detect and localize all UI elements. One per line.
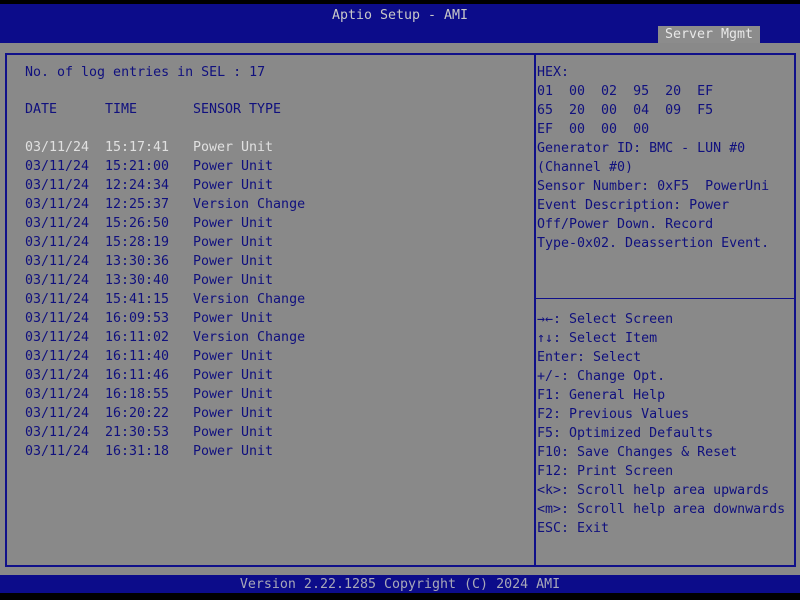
log-entry-sensor: Power Unit — [193, 444, 274, 459]
log-entry-time: 13:30:36 — [105, 254, 170, 269]
log-entry-time: 16:09:53 — [105, 311, 170, 326]
log-entry-date: 03/11/24 — [25, 216, 90, 231]
log-entry-sensor: Power Unit — [193, 349, 274, 364]
log-entry-time: 16:11:46 — [105, 368, 170, 383]
log-entry-time: 12:25:37 — [105, 197, 170, 212]
app-title: Aptio Setup - AMI — [331, 8, 469, 23]
main-area: No. of log entries in SEL : 17 DATE TIME… — [0, 43, 800, 575]
log-entry-time: 16:18:55 — [105, 387, 170, 402]
event-detail-line: Event Description: Power — [537, 198, 730, 213]
log-entry-sensor: Power Unit — [193, 178, 274, 193]
log-entry-time: 15:28:19 — [105, 235, 170, 250]
log-entry-sensor: Version Change — [193, 292, 306, 307]
log-entry-time: 15:41:15 — [105, 292, 170, 307]
log-entry-date: 03/11/24 — [25, 406, 90, 421]
help-line: <m>: Scroll help area downwards — [537, 502, 786, 517]
log-entry-time: 13:30:40 — [105, 273, 170, 288]
event-detail-line: (Channel #0) — [537, 160, 634, 175]
log-entry-date: 03/11/24 — [25, 425, 90, 440]
log-entry-date: 03/11/24 — [25, 178, 90, 193]
help-line: F5: Optimized Defaults — [537, 426, 714, 441]
help-line: ESC: Exit — [537, 521, 610, 536]
help-line: +/-: Change Opt. — [537, 369, 666, 384]
event-detail-line: EF 00 00 00 — [537, 122, 650, 137]
log-entry-sensor: Power Unit — [193, 387, 274, 402]
log-entry-sensor: Power Unit — [193, 273, 274, 288]
log-entry-date: 03/11/24 — [25, 197, 90, 212]
log-entry-date: 03/11/24 — [25, 349, 90, 364]
log-entry-date: 03/11/24 — [25, 140, 90, 155]
event-detail-line: Off/Power Down. Record — [537, 217, 714, 232]
log-entry-sensor: Version Change — [193, 197, 306, 212]
log-entry-date: 03/11/24 — [25, 235, 90, 250]
help-line: ↑↓: Select Item — [537, 331, 658, 346]
log-entry-sensor: Power Unit — [193, 140, 274, 155]
log-entry-date: 03/11/24 — [25, 159, 90, 174]
log-entry-date: 03/11/24 — [25, 444, 90, 459]
column-sensor-type: SENSOR TYPE — [193, 102, 282, 117]
log-entry-sensor: Version Change — [193, 330, 306, 345]
log-entry-date: 03/11/24 — [25, 292, 90, 307]
log-entry-time: 21:30:53 — [105, 425, 170, 440]
log-entry-time: 16:31:18 — [105, 444, 170, 459]
log-entry-date: 03/11/24 — [25, 254, 90, 269]
log-entry-date: 03/11/24 — [25, 330, 90, 345]
log-entry-date: 03/11/24 — [25, 387, 90, 402]
log-entry-date: 03/11/24 — [25, 368, 90, 383]
log-entry-time: 15:17:41 — [105, 140, 170, 155]
help-line: →←: Select Screen — [537, 312, 674, 327]
log-entry-sensor: Power Unit — [193, 159, 274, 174]
help-line: F2: Previous Values — [537, 407, 690, 422]
event-detail-line: HEX: — [537, 65, 570, 80]
event-detail-line: Type-0x02. Deassertion Event. — [537, 236, 770, 251]
log-entry-date: 03/11/24 — [25, 273, 90, 288]
log-entry-sensor: Power Unit — [193, 216, 274, 231]
log-entry-time: 16:11:02 — [105, 330, 170, 345]
event-detail-line: 65 20 00 04 09 F5 — [537, 103, 714, 118]
log-entry-time: 15:21:00 — [105, 159, 170, 174]
log-entry-sensor: Power Unit — [193, 235, 274, 250]
log-count: No. of log entries in SEL : 17 — [25, 65, 266, 80]
log-entry-sensor: Power Unit — [193, 368, 274, 383]
help-line: F10: Save Changes & Reset — [537, 445, 738, 460]
column-date: DATE — [25, 102, 58, 117]
log-entry-time: 16:20:22 — [105, 406, 170, 421]
help-line: <k>: Scroll help area upwards — [537, 483, 770, 498]
divider — [534, 55, 536, 565]
log-entry-sensor: Power Unit — [193, 406, 274, 421]
log-entry-time: 15:26:50 — [105, 216, 170, 231]
help-line: F12: Print Screen — [537, 464, 674, 479]
event-detail-line: Sensor Number: 0xF5 PowerUni — [537, 179, 770, 194]
tab-server-mgmt[interactable]: Server Mgmt — [658, 26, 760, 43]
log-entry-sensor: Power Unit — [193, 425, 274, 440]
log-entry-time: 16:11:40 — [105, 349, 170, 364]
log-entry-sensor: Power Unit — [193, 311, 274, 326]
event-detail-line: Generator ID: BMC - LUN #0 — [537, 141, 746, 156]
column-time: TIME — [105, 102, 138, 117]
log-entry-date: 03/11/24 — [25, 311, 90, 326]
help-line: F1: General Help — [537, 388, 666, 403]
event-detail-line: 01 00 02 95 20 EF — [537, 84, 714, 99]
help-divider — [536, 298, 794, 299]
title-bar: Aptio Setup - AMI Server Mgmt — [0, 4, 800, 43]
help-line: Enter: Select — [537, 350, 642, 365]
log-entry-sensor: Power Unit — [193, 254, 274, 269]
footer-version: Version 2.22.1285 Copyright (C) 2024 AMI — [0, 575, 800, 593]
log-entry-time: 12:24:34 — [105, 178, 170, 193]
